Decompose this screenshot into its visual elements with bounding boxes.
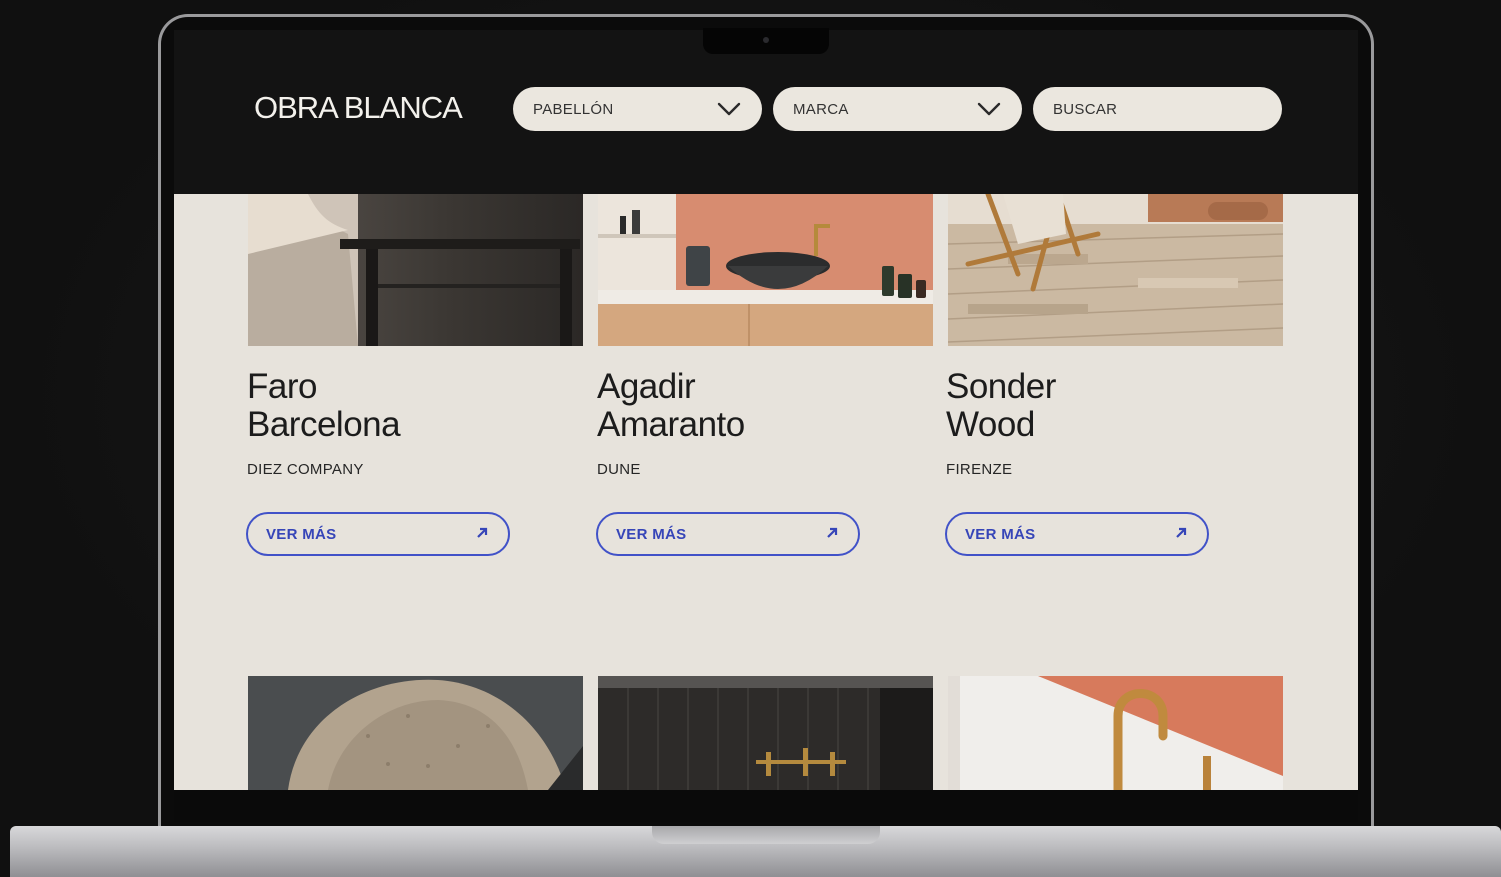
arrow-up-right-icon	[1175, 526, 1187, 543]
marca-dropdown-label: MARCA	[793, 100, 849, 118]
card-image-sonder-wood[interactable]	[948, 194, 1283, 346]
laptop-mockup: OBRA BLANCA PABELLÓN MARCA BUSCAR Faro B…	[0, 0, 1501, 877]
screen-bezel	[174, 790, 1358, 822]
website-screen: OBRA BLANCA PABELLÓN MARCA BUSCAR Faro B…	[174, 30, 1358, 790]
card-title-faro-barcelona[interactable]: Faro Barcelona	[247, 368, 401, 444]
search-input[interactable]: BUSCAR	[1033, 87, 1282, 131]
card-brand: FIRENZE	[946, 461, 1013, 478]
ver-mas-label: VER MÁS	[965, 525, 1036, 543]
ver-mas-label: VER MÁS	[616, 525, 687, 543]
camera-icon	[763, 37, 769, 43]
site-header: OBRA BLANCA PABELLÓN MARCA BUSCAR	[174, 30, 1358, 194]
card-title-agadir-amaranto[interactable]: Agadir Amaranto	[597, 368, 745, 444]
site-logo[interactable]: OBRA BLANCA	[254, 90, 463, 126]
ver-mas-label: VER MÁS	[266, 525, 337, 543]
card-brand: DUNE	[597, 461, 641, 478]
catalog-grid: Faro Barcelona DIEZ COMPANY VER MÁS Agad…	[174, 194, 1358, 790]
card-image-agadir-amaranto[interactable]	[598, 194, 933, 346]
search-placeholder: BUSCAR	[1053, 100, 1118, 118]
chevron-down-icon	[976, 101, 1002, 117]
ver-mas-button[interactable]: VER MÁS	[246, 512, 510, 556]
card-image-faro-barcelona[interactable]	[248, 194, 583, 346]
pabellon-dropdown-label: PABELLÓN	[533, 100, 614, 118]
arrow-up-right-icon	[476, 526, 488, 543]
laptop-hinge-groove	[652, 826, 880, 844]
pabellon-dropdown[interactable]: PABELLÓN	[513, 87, 762, 131]
card-image-stone[interactable]	[248, 676, 583, 790]
chevron-down-icon	[716, 101, 742, 117]
ver-mas-button[interactable]: VER MÁS	[596, 512, 860, 556]
arrow-up-right-icon	[826, 526, 838, 543]
card-image-gold-faucet[interactable]	[948, 676, 1283, 790]
ver-mas-button[interactable]: VER MÁS	[945, 512, 1209, 556]
card-title-sonder-wood[interactable]: Sonder Wood	[946, 368, 1056, 444]
card-brand: DIEZ COMPANY	[247, 461, 364, 478]
card-image-dark-wall[interactable]	[598, 676, 933, 790]
marca-dropdown[interactable]: MARCA	[773, 87, 1022, 131]
